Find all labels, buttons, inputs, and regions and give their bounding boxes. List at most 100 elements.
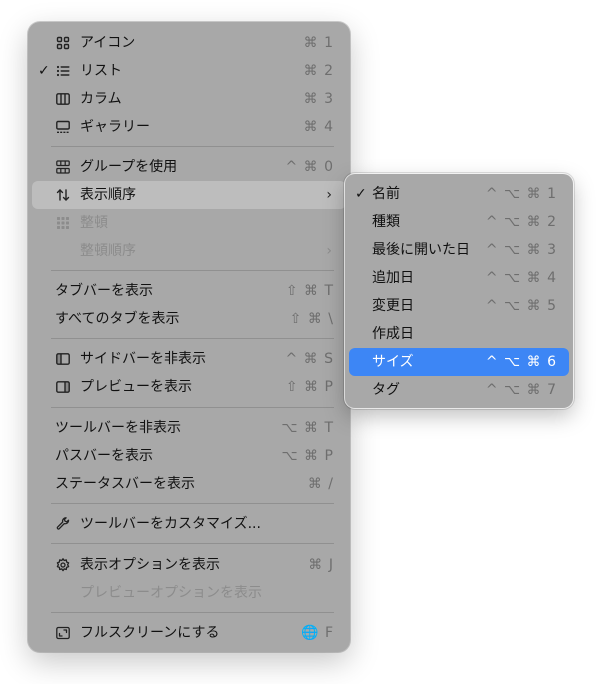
menu-item-show-status-bar[interactable]: ステータスバーを表示 ⌘ / [32, 470, 346, 498]
submenu-item-kind[interactable]: 種類 ^ ⌥ ⌘ 2 [349, 208, 569, 236]
submenu-item-date-modified[interactable]: 変更日 ^ ⌥ ⌘ 5 [349, 292, 569, 320]
submenu-item-date-created[interactable]: 作成日 [349, 320, 569, 348]
menu-item-label: ギャラリー [80, 119, 150, 135]
menu-item-hide-toolbar[interactable]: ツールバーを非表示 ⌥ ⌘ T [32, 414, 346, 442]
shortcut: ⌘ 2 [303, 63, 334, 79]
fullscreen-icon [56, 626, 70, 640]
sort-by-submenu: ✓ 名前 ^ ⌥ ⌘ 1 種類 ^ ⌥ ⌘ 2 最後に開いた日 ^ ⌥ ⌘ 3 … [345, 174, 573, 408]
shortcut: ^ ⌘ 0 [285, 159, 334, 175]
list-icon [56, 64, 70, 78]
menu-item-label: リスト [80, 63, 122, 79]
gear-icon [56, 558, 70, 572]
shortcut: ^ ⌥ ⌘ 4 [485, 270, 557, 286]
shortcut: ⌘ 3 [303, 91, 334, 107]
submenu-item-date-added[interactable]: 追加日 ^ ⌥ ⌘ 4 [349, 264, 569, 292]
submenu-item-label: 最後に開いた日 [372, 242, 470, 258]
menu-item-show-path-bar[interactable]: パスバーを表示 ⌥ ⌘ P [32, 442, 346, 470]
menu-item-label: 表示オプションを表示 [80, 557, 220, 573]
sidebar-icon [56, 352, 70, 366]
menu-item-hide-sidebar[interactable]: サイドバーを非表示 ^ ⌘ S [32, 345, 346, 373]
menu-item-label: 表示順序 [80, 187, 136, 203]
menu-item-label: プレビューを表示 [80, 379, 192, 395]
preview-pane-icon [56, 380, 70, 394]
menu-item-label: パスバーを表示 [55, 448, 153, 464]
shortcut: ⌥ ⌘ T [281, 420, 334, 436]
menu-item-label: すべてのタブを表示 [55, 311, 180, 327]
shortcut: ⇧ ⌘ P [285, 379, 334, 395]
separator [51, 612, 334, 613]
chevron-right-icon: › [326, 187, 332, 203]
shortcut: 🌐 F [301, 625, 334, 641]
menu-item-show-tab-bar[interactable]: タブバーを表示 ⇧ ⌘ T [32, 277, 346, 305]
wrench-icon [56, 517, 70, 531]
shortcut: ⌥ ⌘ P [281, 448, 334, 464]
shortcut: ^ ⌥ ⌘ 5 [485, 298, 557, 314]
menu-item-customize-toolbar[interactable]: ツールバーをカスタマイズ... [32, 510, 346, 538]
menu-item-label: フルスクリーンにする [80, 625, 220, 641]
menu-item-gallery-view[interactable]: ギャラリー ⌘ 4 [32, 113, 346, 141]
menu-item-show-preview-options[interactable]: プレビューオプションを表示 [32, 579, 346, 607]
menu-item-label: プレビューオプションを表示 [80, 585, 262, 601]
submenu-item-size[interactable]: サイズ ^ ⌥ ⌘ 6 [349, 348, 569, 376]
separator [51, 407, 334, 408]
menu-item-show-all-tabs[interactable]: すべてのタブを表示 ⇧ ⌘ \ [32, 305, 346, 333]
menu-item-column-view[interactable]: カラム ⌘ 3 [32, 85, 346, 113]
shortcut: ^ ⌥ ⌘ 1 [485, 186, 557, 202]
shortcut: ⌘ 1 [303, 35, 334, 51]
columns-icon [56, 92, 70, 106]
separator [51, 503, 334, 504]
shortcut: ^ ⌥ ⌘ 2 [485, 214, 557, 230]
separator [51, 270, 334, 271]
submenu-item-tags[interactable]: タグ ^ ⌥ ⌘ 7 [349, 376, 569, 404]
menu-item-use-groups[interactable]: グループを使用 ^ ⌘ 0 [32, 153, 346, 181]
checkmark-icon: ✓ [38, 63, 50, 79]
shortcut: ⇧ ⌘ T [285, 283, 334, 299]
menu-item-label: 整頓 [80, 215, 108, 231]
separator [51, 338, 334, 339]
menu-item-enter-full-screen[interactable]: フルスクリーンにする 🌐 F [32, 619, 346, 647]
submenu-item-label: 追加日 [372, 270, 414, 286]
grid-icon [56, 36, 70, 50]
menu-item-list-view[interactable]: ✓ リスト ⌘ 2 [32, 57, 346, 85]
submenu-item-date-last-opened[interactable]: 最後に開いた日 ^ ⌥ ⌘ 3 [349, 236, 569, 264]
menu-item-label: ステータスバーを表示 [55, 476, 195, 492]
cleanup-grid-icon [56, 216, 70, 230]
shortcut: ⌘ / [307, 476, 334, 492]
separator [51, 543, 334, 544]
shortcut: ^ ⌥ ⌘ 6 [485, 354, 557, 370]
menu-item-label: グループを使用 [80, 159, 178, 175]
menu-item-label: ツールバーをカスタマイズ... [80, 516, 261, 532]
menu-item-sort-by[interactable]: 表示順序 › [32, 181, 346, 209]
menu-item-show-view-options[interactable]: 表示オプションを表示 ⌘ J [32, 551, 346, 579]
menu-item-clean-up[interactable]: 整頓 [32, 209, 346, 237]
submenu-item-label: サイズ [372, 354, 414, 370]
menu-item-label: アイコン [80, 35, 136, 51]
submenu-item-label: 変更日 [372, 298, 414, 314]
shortcut: ⌘ J [308, 557, 334, 573]
gallery-icon [56, 120, 70, 134]
submenu-item-label: 種類 [372, 214, 400, 230]
submenu-item-name[interactable]: ✓ 名前 ^ ⌥ ⌘ 1 [349, 180, 569, 208]
menu-item-clean-up-by[interactable]: 整頓順序 › [32, 237, 346, 265]
view-menu: アイコン ⌘ 1 ✓ リスト ⌘ 2 カラム ⌘ 3 ギャラリー ⌘ 4 グルー… [28, 22, 350, 652]
menu-item-show-preview[interactable]: プレビューを表示 ⇧ ⌘ P [32, 373, 346, 401]
shortcut: ^ ⌘ S [285, 351, 334, 367]
menu-item-icon-view[interactable]: アイコン ⌘ 1 [32, 29, 346, 57]
shortcut: ^ ⌥ ⌘ 7 [485, 382, 557, 398]
menu-item-label: カラム [80, 91, 122, 107]
submenu-item-label: 作成日 [372, 326, 414, 342]
menu-item-label: タブバーを表示 [55, 283, 153, 299]
shortcut: ^ ⌥ ⌘ 3 [485, 242, 557, 258]
menu-item-label: ツールバーを非表示 [55, 420, 181, 436]
submenu-item-label: タグ [372, 382, 400, 398]
menu-item-label: サイドバーを非表示 [80, 351, 206, 367]
menu-item-label: 整頓順序 [80, 243, 136, 259]
separator [51, 146, 334, 147]
shortcut: ⌘ 4 [303, 119, 334, 135]
group-icon [56, 160, 70, 174]
chevron-right-icon: › [326, 243, 332, 259]
shortcut: ⇧ ⌘ \ [289, 311, 334, 327]
submenu-item-label: 名前 [372, 186, 400, 202]
checkmark-icon: ✓ [355, 186, 367, 202]
sort-arrows-icon [56, 188, 70, 202]
